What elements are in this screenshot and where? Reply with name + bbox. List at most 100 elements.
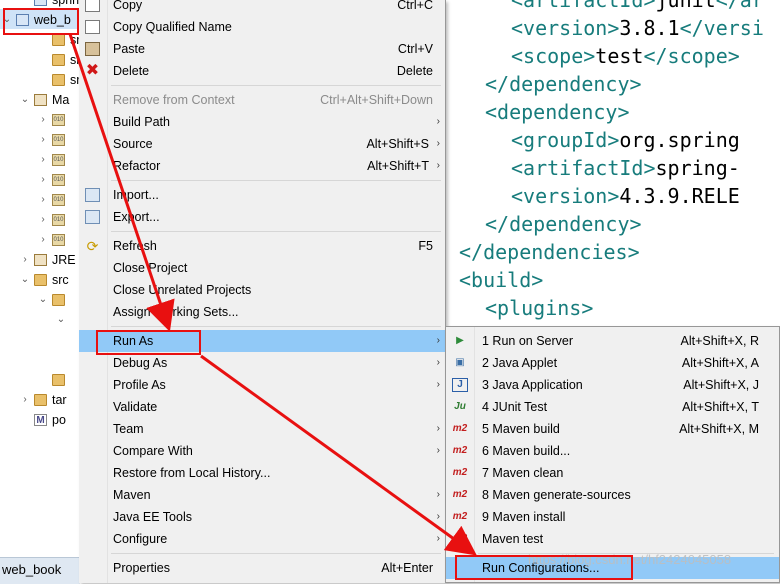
menu-item-close-project[interactable]: Close Project: [79, 257, 445, 279]
submenu-item-label: 8 Maven generate-sources: [482, 488, 631, 502]
submenu-item-shortcut: Alt+Shift+X, J: [683, 378, 759, 392]
tree-item[interactable]: › 010: [0, 170, 80, 190]
pom-icon: M: [34, 414, 47, 426]
menu-item-properties[interactable]: Properties Alt+Enter: [79, 557, 445, 579]
tree-item[interactable]: › JRE: [0, 250, 80, 270]
tree-item[interactable]: › 010: [0, 130, 80, 150]
submenu-item-5-maven-build[interactable]: m2 5 Maven build Alt+Shift+X, M: [446, 418, 779, 440]
code-line: <artifactId>junit</ar: [511, 0, 764, 14]
tree-item[interactable]: src: [0, 50, 80, 70]
jar-icon: 010: [52, 234, 65, 246]
expand-arrow-icon[interactable]: ⌄: [20, 90, 30, 110]
menu-item-debug-as[interactable]: Debug As ›: [79, 352, 445, 374]
tree-item[interactable]: › tar: [0, 390, 80, 410]
annotation-box-run-as: [96, 330, 201, 355]
tree-item[interactable]: › 010: [0, 230, 80, 250]
tree-item[interactable]: ⌄ Ma: [0, 90, 80, 110]
menu-item-validate[interactable]: Validate: [79, 396, 445, 418]
tree-item[interactable]: ⌄ src: [0, 270, 80, 290]
xml-text: 4.3.9.RELE: [619, 184, 740, 208]
tree-item[interactable]: › 010: [0, 210, 80, 230]
submenu-item-label: 6 Maven build...: [482, 444, 571, 458]
selected-project-status: web_book: [0, 557, 80, 584]
collapse-arrow-icon[interactable]: ›: [38, 190, 48, 210]
menu-item-label: Profile As: [113, 378, 166, 392]
code-line: <artifactId>spring-: [511, 154, 740, 182]
menu-item-import[interactable]: Import...: [79, 184, 445, 206]
xml-text: junit: [655, 0, 716, 12]
tree-item[interactable]: › 010: [0, 150, 80, 170]
submenu-item-7-maven-clean[interactable]: m2 7 Maven clean: [446, 462, 779, 484]
menu-item-paste[interactable]: Paste Ctrl+V: [79, 38, 445, 60]
code-line: <dependency>: [485, 98, 630, 126]
collapse-arrow-icon[interactable]: ›: [38, 170, 48, 190]
collapse-arrow-icon[interactable]: ›: [38, 210, 48, 230]
menu-item-source[interactable]: Source Alt+Shift+S ›: [79, 133, 445, 155]
submenu-item-2-java-applet[interactable]: ▣ 2 Java Applet Alt+Shift+X, A: [446, 352, 779, 374]
submenu-item-1-run-on-server[interactable]: ▶ 1 Run on Server Alt+Shift+X, R: [446, 330, 779, 352]
menu-item-assign-working-sets[interactable]: Assign Working Sets...: [79, 301, 445, 323]
expand-arrow-icon[interactable]: ⌄: [56, 310, 66, 330]
menu-item-delete[interactable]: ✖ Delete Delete: [79, 60, 445, 82]
submenu-item-maven-test[interactable]: m2 Maven test: [446, 528, 779, 550]
tree-item[interactable]: [0, 330, 80, 350]
folder-icon: [52, 34, 65, 46]
submenu-item-4-junit-test[interactable]: Ju 4 JUnit Test Alt+Shift+X, T: [446, 396, 779, 418]
menu-item-java-ee-tools[interactable]: Java EE Tools ›: [79, 506, 445, 528]
export-icon: [85, 210, 100, 224]
server-icon: ▶: [456, 335, 464, 346]
copy-qualified-icon: [85, 20, 100, 34]
tree-item-label: po: [52, 413, 66, 427]
menu-item-shortcut: Alt+Enter: [381, 561, 433, 575]
menu-item-shortcut: Ctrl+C: [397, 0, 433, 12]
xml-tag: </dependency>: [485, 212, 642, 236]
tree-item[interactable]: Mpo: [0, 410, 80, 430]
xml-tag: <dependency>: [485, 100, 630, 124]
menu-item-build-path[interactable]: Build Path ›: [79, 111, 445, 133]
submenu-item-3-java-application[interactable]: J 3 Java Application Alt+Shift+X, J: [446, 374, 779, 396]
menu-item-profile-as[interactable]: Profile As ›: [79, 374, 445, 396]
tree-item[interactable]: › 010: [0, 110, 80, 130]
menu-item-compare-with[interactable]: Compare With ›: [79, 440, 445, 462]
menu-item-export[interactable]: Export...: [79, 206, 445, 228]
collapse-arrow-icon[interactable]: ›: [20, 250, 30, 270]
menu-item-configure[interactable]: Configure ›: [79, 528, 445, 550]
pom-xml-editor[interactable]: <artifactId>junit</ar <version>3.8.1</ver…: [455, 0, 780, 330]
submenu-arrow-icon: ›: [436, 489, 440, 500]
menu-item-shortcut: Alt+Shift+T: [367, 159, 429, 173]
menu-item-team[interactable]: Team ›: [79, 418, 445, 440]
submenu-item-8-maven-generate-sources[interactable]: m2 8 Maven generate-sources: [446, 484, 779, 506]
collapse-arrow-icon[interactable]: ›: [20, 390, 30, 410]
submenu-item-label: 1 Run on Server: [482, 334, 574, 348]
expand-arrow-icon[interactable]: ⌄: [38, 290, 48, 310]
menu-item-copy-qualified-name[interactable]: Copy Qualified Name: [79, 16, 445, 38]
collapse-arrow-icon[interactable]: ›: [38, 230, 48, 250]
expand-arrow-icon[interactable]: ⌄: [20, 270, 30, 290]
tree-item[interactable]: src: [0, 70, 80, 90]
submenu-item-9-maven-install[interactable]: m2 9 Maven install: [446, 506, 779, 528]
collapse-arrow-icon[interactable]: ›: [38, 150, 48, 170]
tree-item[interactable]: › 010: [0, 190, 80, 210]
submenu-arrow-icon: ›: [436, 116, 440, 127]
menu-item-refactor[interactable]: Refactor Alt+Shift+T ›: [79, 155, 445, 177]
collapse-arrow-icon[interactable]: ›: [38, 130, 48, 150]
collapse-arrow-icon[interactable]: ›: [38, 110, 48, 130]
menu-item-label: Delete: [113, 64, 150, 78]
copy-icon: [85, 0, 100, 12]
tree-item[interactable]: [0, 350, 80, 370]
xml-tag: <artifactId>: [511, 0, 656, 12]
tree-item[interactable]: ⌄: [0, 290, 80, 310]
menu-item-close-unrelated-projects[interactable]: Close Unrelated Projects: [79, 279, 445, 301]
tree-item[interactable]: [0, 370, 80, 390]
menu-item-maven[interactable]: Maven ›: [79, 484, 445, 506]
xml-text: 3.8.1: [619, 16, 680, 40]
xml-text: spring-: [655, 156, 740, 180]
folder-icon: [34, 274, 47, 286]
tree-item[interactable]: ⌄: [0, 310, 80, 330]
submenu-item-6-maven-build[interactable]: m2 6 Maven build...: [446, 440, 779, 462]
menu-item-copy[interactable]: Copy Ctrl+C: [79, 0, 445, 16]
menu-item-refresh[interactable]: ⟳ Refresh F5: [79, 235, 445, 257]
menu-item-restore-from-local-history[interactable]: Restore from Local History...: [79, 462, 445, 484]
code-line: <groupId>org.spring: [511, 126, 740, 154]
xml-tag: <groupId>: [511, 128, 620, 152]
